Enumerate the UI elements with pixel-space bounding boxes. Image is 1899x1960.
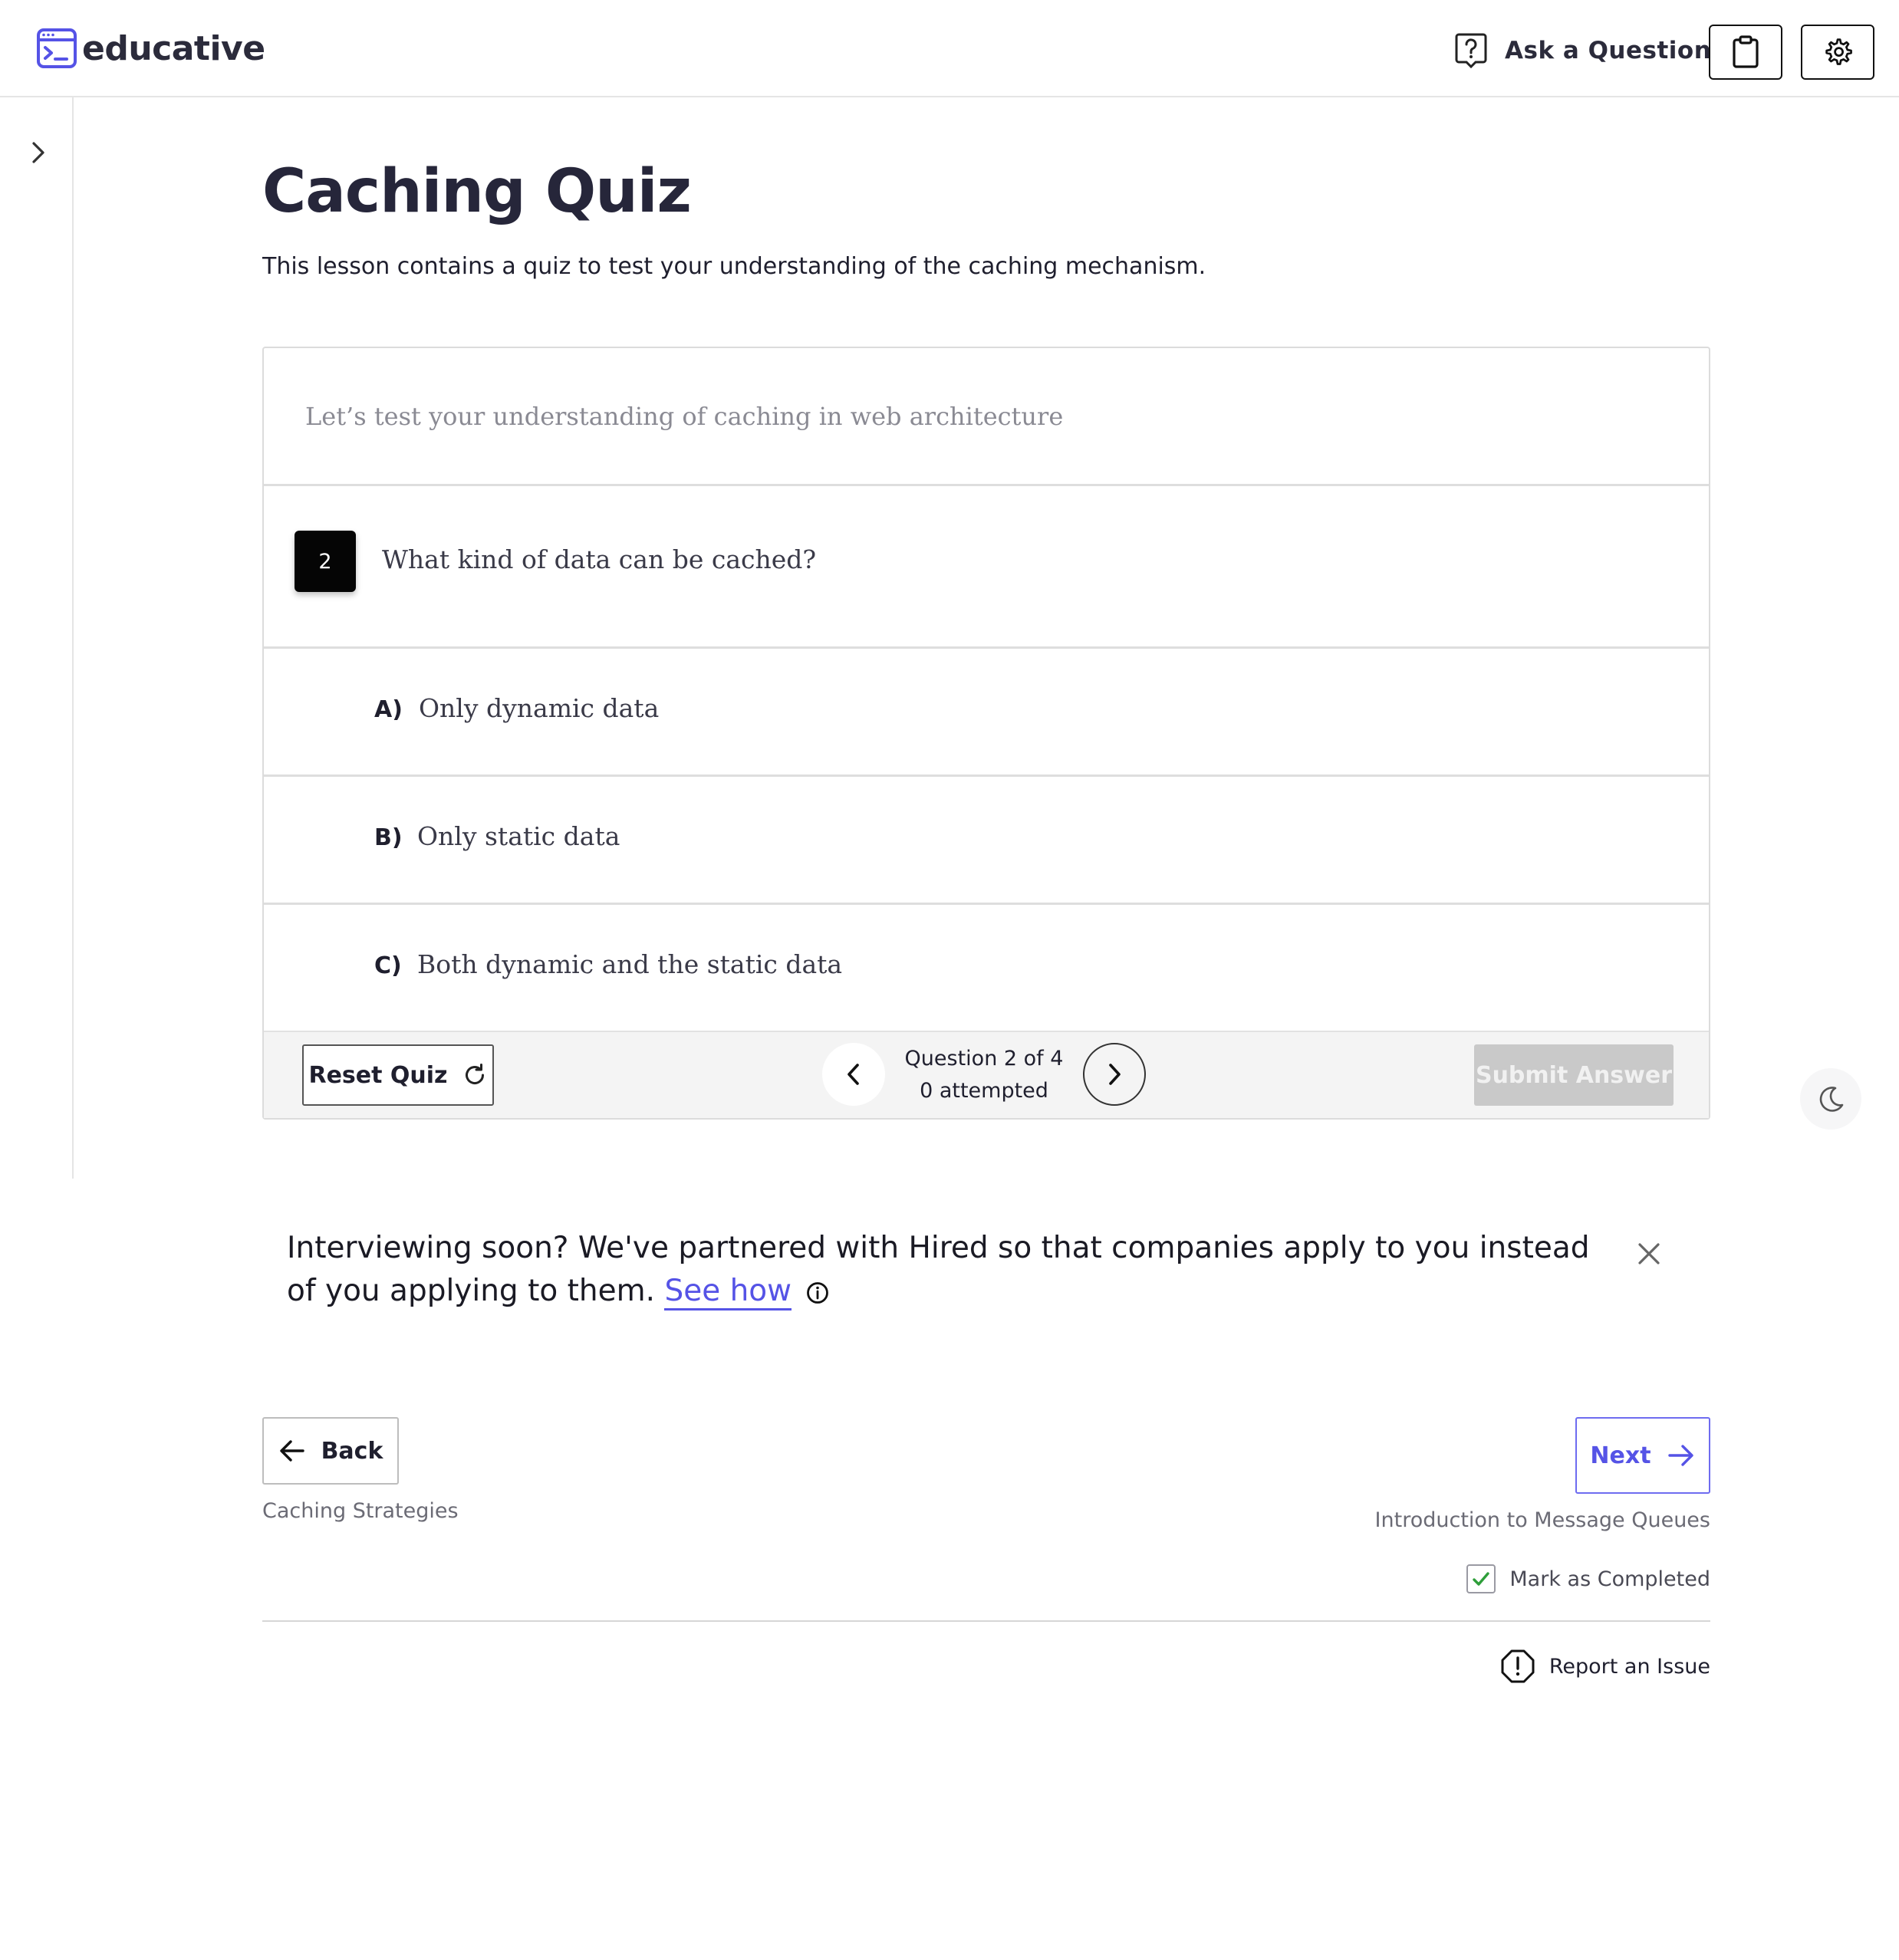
next-question-button[interactable] xyxy=(1083,1043,1146,1106)
submit-answer-button[interactable]: Submit Answer xyxy=(1474,1044,1674,1106)
option-letter: C) xyxy=(374,952,402,979)
quiz-widget: Let’s test your understanding of caching… xyxy=(262,347,1710,1120)
question-counter: Question 2 of 4 xyxy=(904,1047,1064,1070)
answer-option-b[interactable]: B) Only static data xyxy=(264,777,1709,905)
logo-text: educative xyxy=(82,28,265,68)
sidebar xyxy=(0,97,74,1179)
previous-lesson-title: Caching Strategies xyxy=(262,1499,459,1523)
question-number-badge: 2 xyxy=(295,531,356,592)
question-row: 2 What kind of data can be cached? xyxy=(264,486,1709,649)
arrow-right-icon xyxy=(1667,1445,1693,1466)
alert-octagon-icon xyxy=(1501,1649,1535,1683)
gear-icon xyxy=(1825,38,1852,65)
reset-quiz-label: Reset Quiz xyxy=(308,1061,448,1089)
mark-as-completed-label: Mark as Completed xyxy=(1509,1567,1710,1591)
chevron-right-icon xyxy=(1109,1064,1121,1085)
sidebar-toggle-button[interactable] xyxy=(23,134,54,171)
option-text: Only dynamic data xyxy=(419,693,660,723)
see-how-link[interactable]: See how xyxy=(664,1274,792,1311)
hired-promo-banner: Interviewing soon? We've partnered with … xyxy=(287,1227,1591,1313)
promo-text: Interviewing soon? We've partnered with … xyxy=(287,1231,1590,1308)
previous-question-button[interactable] xyxy=(822,1043,885,1106)
checkmark-icon xyxy=(1473,1572,1490,1586)
top-bar: educative Ask a Question xyxy=(0,0,1899,97)
answer-option-c[interactable]: C) Both dynamic and the static data xyxy=(264,905,1709,1031)
clipboard-icon xyxy=(1733,35,1759,68)
chevron-left-icon xyxy=(847,1064,859,1085)
close-icon[interactable] xyxy=(1634,1238,1664,1269)
back-label: Back xyxy=(321,1437,383,1465)
report-issue-label: Report an Issue xyxy=(1548,1654,1710,1679)
next-lesson-title: Introduction to Message Queues xyxy=(1374,1508,1710,1532)
quiz-footer: Reset Quiz Question 2 of 4 0 attempted S… xyxy=(264,1031,1709,1118)
option-text: Both dynamic and the static data xyxy=(417,949,843,979)
settings-button[interactable] xyxy=(1801,25,1874,80)
arrow-left-icon xyxy=(279,1440,304,1462)
attempted-counter: 0 attempted xyxy=(920,1079,1048,1103)
clipboard-button[interactable] xyxy=(1709,25,1782,80)
question-progress: Question 2 of 4 0 attempted xyxy=(885,1043,1083,1107)
question-text: What kind of data can be cached? xyxy=(382,544,817,574)
educative-logo-icon xyxy=(37,28,77,68)
checkbox[interactable] xyxy=(1466,1564,1496,1593)
lesson-description: This lesson contains a quiz to test your… xyxy=(262,253,1206,280)
quiz-intro: Let’s test your understanding of caching… xyxy=(264,348,1709,486)
ask-question-button[interactable]: Ask a Question xyxy=(1454,32,1711,69)
page-title: Caching Quiz xyxy=(262,157,692,226)
refresh-icon xyxy=(465,1064,484,1085)
info-icon[interactable] xyxy=(805,1281,830,1305)
next-button[interactable]: Next xyxy=(1575,1417,1710,1494)
reset-quiz-button[interactable]: Reset Quiz xyxy=(302,1044,494,1106)
divider xyxy=(262,1620,1710,1622)
option-letter: A) xyxy=(374,696,403,723)
moon-icon xyxy=(1819,1087,1844,1112)
quiz-intro-text: Let’s test your understanding of caching… xyxy=(305,401,1064,431)
report-issue-button[interactable]: Report an Issue xyxy=(1500,1649,1710,1684)
logo[interactable]: educative xyxy=(36,28,265,69)
ask-question-label: Ask a Question xyxy=(1505,37,1712,64)
theme-toggle-button[interactable] xyxy=(1800,1068,1861,1130)
chevron-right-icon xyxy=(32,142,44,163)
next-label: Next xyxy=(1590,1442,1651,1469)
answer-option-a[interactable]: A) Only dynamic data xyxy=(264,649,1709,777)
back-button[interactable]: Back xyxy=(262,1417,399,1485)
option-text: Only static data xyxy=(417,821,620,851)
question-file-icon xyxy=(1455,33,1487,69)
mark-as-completed-checkbox[interactable]: Mark as Completed xyxy=(1466,1564,1710,1593)
option-letter: B) xyxy=(374,824,403,851)
